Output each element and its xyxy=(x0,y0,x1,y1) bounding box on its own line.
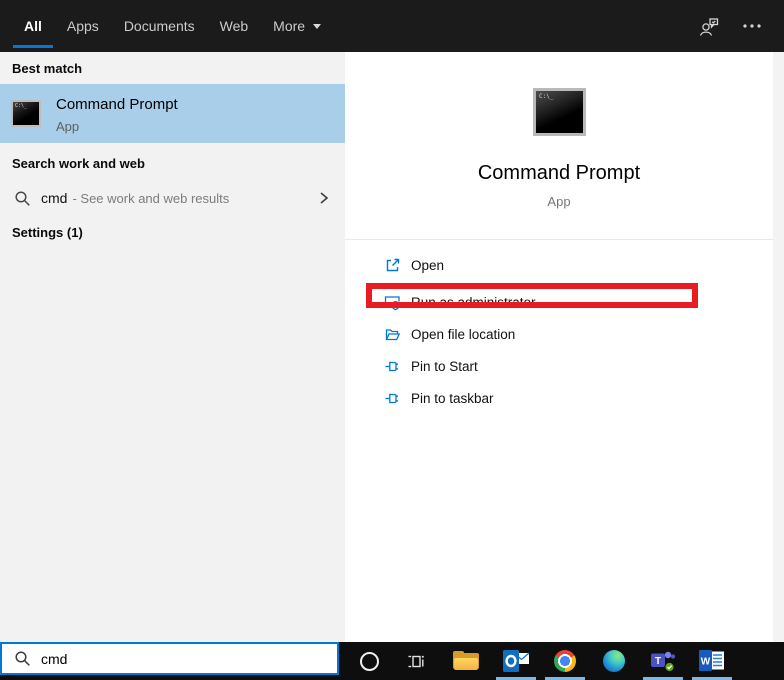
cortana-ring-icon xyxy=(360,652,379,671)
action-pin-to-start-label: Pin to Start xyxy=(411,359,478,374)
best-match-header: Best match xyxy=(12,61,82,76)
divider xyxy=(345,239,773,240)
folder-open-icon xyxy=(384,326,401,343)
edge-icon[interactable] xyxy=(594,642,634,680)
outlook-icon[interactable] xyxy=(496,642,536,680)
preview-panel: Command Prompt App Open Run as administr… xyxy=(345,52,784,642)
search-icon xyxy=(14,190,31,207)
chrome-ball-icon xyxy=(554,650,576,672)
command-prompt-icon xyxy=(11,100,41,127)
scrollbar-track[interactable] xyxy=(773,52,784,642)
tab-apps[interactable]: Apps xyxy=(67,0,99,52)
tab-more[interactable]: More xyxy=(273,0,321,52)
open-external-icon xyxy=(384,257,401,274)
action-run-as-administrator[interactable]: Run as administrator xyxy=(384,291,536,313)
search-input[interactable] xyxy=(41,651,311,667)
action-run-as-administrator-label: Run as administrator xyxy=(411,295,536,310)
pin-icon xyxy=(384,358,401,375)
web-search-query: cmd xyxy=(41,190,67,206)
teams-icon[interactable]: T xyxy=(643,642,683,680)
chrome-icon[interactable] xyxy=(545,642,585,680)
taskbar: T W xyxy=(0,642,784,680)
cortana-icon[interactable] xyxy=(349,642,389,680)
chevron-right-icon xyxy=(319,191,329,205)
caret-down-icon xyxy=(313,24,321,29)
search-work-web-header: Search work and web xyxy=(12,156,145,171)
action-pin-to-taskbar[interactable]: Pin to taskbar xyxy=(384,387,494,409)
best-match-result-command-prompt[interactable]: Command Prompt App xyxy=(0,84,345,143)
svg-text:W: W xyxy=(701,657,711,668)
pin-icon xyxy=(384,390,401,407)
best-match-subtitle: App xyxy=(56,119,79,134)
action-pin-to-taskbar-label: Pin to taskbar xyxy=(411,391,494,406)
edge-swirl-icon xyxy=(603,650,625,672)
run-as-admin-shield-icon xyxy=(384,294,401,311)
tab-all[interactable]: All xyxy=(24,0,42,52)
command-prompt-icon-large xyxy=(533,88,586,136)
feedback-person-chat-icon[interactable] xyxy=(697,0,721,52)
tab-web[interactable]: Web xyxy=(220,0,249,52)
search-filter-bar: All Apps Documents Web More xyxy=(0,0,784,52)
task-view-icon[interactable] xyxy=(397,642,437,680)
svg-text:T: T xyxy=(654,656,660,667)
folder-icon xyxy=(453,651,479,671)
action-pin-to-start[interactable]: Pin to Start xyxy=(384,355,478,377)
tab-all-label: All xyxy=(24,18,42,34)
taskbar-search-box[interactable] xyxy=(0,642,339,675)
app-title: Command Prompt xyxy=(345,162,773,185)
tab-documents-label: Documents xyxy=(124,18,195,34)
tab-apps-label: Apps xyxy=(67,18,99,34)
action-open-label: Open xyxy=(411,258,444,273)
settings-header: Settings (1) xyxy=(12,225,83,240)
web-search-suffix: - See work and web results xyxy=(72,191,229,206)
app-subtitle: App xyxy=(345,194,773,209)
tab-more-label: More xyxy=(273,18,305,34)
file-explorer-icon[interactable] xyxy=(446,642,486,680)
tab-documents[interactable]: Documents xyxy=(124,0,195,52)
web-search-result-row[interactable]: cmd - See work and web results xyxy=(0,181,345,215)
action-open-file-location[interactable]: Open file location xyxy=(384,323,515,345)
word-icon[interactable]: W xyxy=(692,642,732,680)
ellipsis-options-icon[interactable] xyxy=(740,0,764,52)
windows-search-flyout: All Apps Documents Web More Best match C… xyxy=(0,0,784,680)
action-open[interactable]: Open xyxy=(384,254,444,276)
tab-web-label: Web xyxy=(220,18,249,34)
action-open-file-location-label: Open file location xyxy=(411,327,515,342)
best-match-title: Command Prompt xyxy=(56,96,178,113)
results-panel: Best match Command Prompt App Search wor… xyxy=(0,52,345,642)
search-icon xyxy=(14,650,31,667)
